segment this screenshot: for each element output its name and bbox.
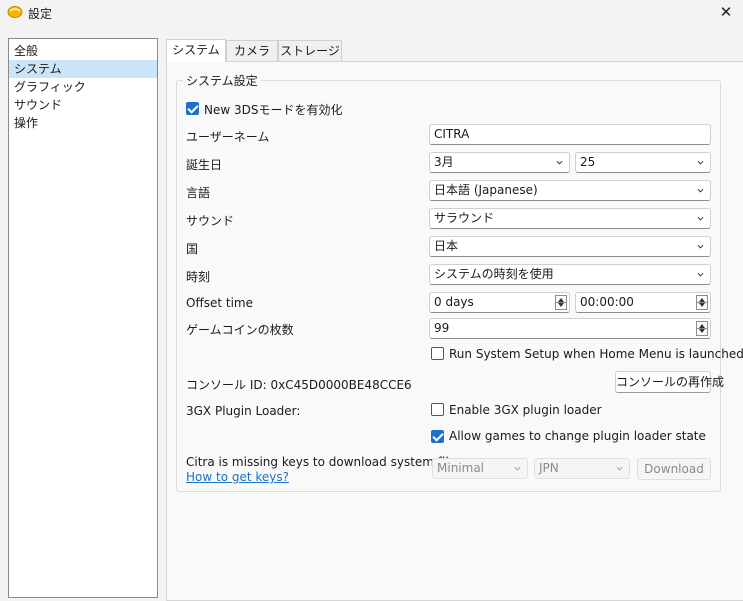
- sound-label: サウンド: [186, 214, 235, 228]
- missing-keys-message: Citra is missing keys to download system…: [186, 455, 467, 469]
- coins-label: ゲームコインの枚数: [186, 323, 294, 337]
- chevron-down-icon: [616, 466, 623, 471]
- clock-select[interactable]: システムの時刻を使用: [429, 264, 711, 285]
- birthday-day-select[interactable]: 25: [575, 152, 711, 173]
- chevron-down-icon: [556, 160, 563, 165]
- title-bar: 設定 ✕: [0, 0, 743, 26]
- run-setup-label: Run System Setup when Home Menu is launc…: [449, 347, 743, 361]
- sidebar-item-controls[interactable]: 操作: [9, 114, 157, 132]
- chevron-down-icon: [514, 466, 521, 471]
- offset-time-spinbox[interactable]: 00:00:00: [575, 292, 711, 313]
- language-label: 言語: [186, 186, 211, 200]
- plugin-loader-label: 3GX Plugin Loader:: [186, 404, 301, 418]
- download-region-select[interactable]: JPN: [534, 458, 630, 479]
- regenerate-console-id-button[interactable]: コンソールの再作成: [615, 371, 724, 393]
- sidebar-item-audio[interactable]: サウンド: [9, 96, 157, 114]
- spinner-arrows-icon[interactable]: [555, 295, 567, 310]
- chevron-down-icon: [697, 160, 704, 165]
- enable-plugin-checkbox[interactable]: [431, 403, 444, 416]
- window-title: 設定: [28, 7, 53, 21]
- console-id-label: コンソール ID: 0xC45D0000BE48CCE6: [186, 378, 412, 392]
- clock-label: 時刻: [186, 270, 211, 284]
- offset-time-label: Offset time: [186, 296, 253, 310]
- tab-camera[interactable]: カメラ: [226, 40, 278, 61]
- chevron-down-icon: [697, 216, 704, 221]
- sound-select[interactable]: サラウンド: [429, 208, 711, 229]
- chevron-down-icon: [697, 188, 704, 193]
- username-label: ユーザーネーム: [186, 130, 270, 144]
- sidebar-item-general[interactable]: 全般: [9, 42, 157, 60]
- new3ds-checkbox[interactable]: [186, 102, 199, 115]
- country-select[interactable]: 日本: [429, 236, 711, 257]
- spinner-arrows-icon[interactable]: [696, 321, 708, 336]
- username-input[interactable]: CITRA: [429, 124, 711, 145]
- how-to-get-keys-link[interactable]: How to get keys?: [186, 470, 289, 484]
- language-select[interactable]: 日本語 (Japanese): [429, 180, 711, 201]
- download-button[interactable]: Download: [637, 458, 711, 480]
- sidebar: 全般 システム グラフィック サウンド 操作: [8, 38, 158, 598]
- tab-system[interactable]: システム: [166, 39, 226, 62]
- sidebar-item-graphics[interactable]: グラフィック: [9, 78, 157, 96]
- new3ds-label: New 3DSモードを有効化: [204, 103, 343, 117]
- run-setup-checkbox[interactable]: [431, 347, 444, 360]
- chevron-down-icon: [697, 272, 704, 277]
- enable-plugin-label: Enable 3GX plugin loader: [449, 403, 602, 417]
- group-title: システム設定: [183, 72, 261, 89]
- allow-plugin-state-label: Allow games to change plugin loader stat…: [449, 429, 706, 443]
- spinner-arrows-icon[interactable]: [696, 295, 708, 310]
- citra-app-icon: [7, 6, 23, 18]
- birthday-month-select[interactable]: 3月: [429, 152, 570, 173]
- chevron-down-icon: [697, 244, 704, 249]
- birthday-label: 誕生日: [186, 158, 223, 172]
- offset-days-spinbox[interactable]: 0 days: [429, 292, 570, 313]
- allow-plugin-state-checkbox[interactable]: [431, 430, 444, 443]
- close-icon[interactable]: ✕: [715, 2, 737, 22]
- sidebar-item-system[interactable]: システム: [9, 60, 157, 78]
- tab-storage[interactable]: ストレージ: [278, 40, 342, 61]
- coins-spinbox[interactable]: 99: [429, 318, 711, 339]
- download-mode-select[interactable]: Minimal: [432, 458, 528, 479]
- country-label: 国: [186, 242, 199, 256]
